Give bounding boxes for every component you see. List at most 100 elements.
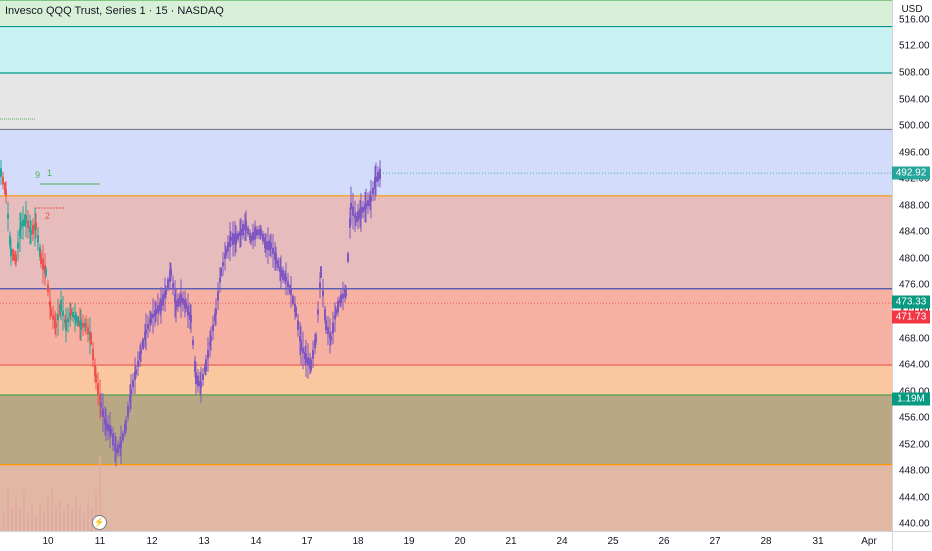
zone-band (0, 464, 892, 531)
td-label: 2 (45, 211, 50, 221)
candle-body (277, 260, 279, 269)
candle-body (219, 277, 221, 283)
candle-body (210, 335, 212, 342)
candle-body (347, 253, 349, 262)
candle-body (370, 197, 372, 202)
candle-body (377, 171, 379, 182)
time-tick-label: 19 (403, 536, 415, 547)
td-label: 9 (35, 170, 40, 180)
zone-band (0, 129, 892, 196)
candle-body (7, 214, 9, 219)
price-tick-label: 516.00 (899, 14, 930, 26)
candle-body (120, 440, 122, 449)
price-tick-label: 504.00 (899, 94, 930, 106)
candle-body (157, 305, 159, 314)
price-chart[interactable]: 9 1 2 (0, 0, 892, 531)
candle-body (287, 280, 289, 288)
candle-body (252, 232, 254, 241)
time-axis[interactable]: 10 11 12 13 14 17 18 19 20 21 24 25 26 27 28 31 Apr (0, 531, 892, 551)
candle-body (245, 220, 247, 231)
candle-body (110, 427, 112, 435)
candle-body (235, 233, 237, 245)
candle-body (100, 402, 102, 408)
currency-label[interactable]: USD (893, 4, 931, 15)
candle-body (327, 326, 329, 335)
candle-body (302, 347, 304, 354)
price-axis[interactable]: USD 516.00 512.00 508.00 504.00 500.00 496.00… (892, 0, 932, 531)
candle-body (20, 222, 22, 229)
candle-body (290, 288, 292, 296)
candle-body (2, 176, 4, 185)
candle-body (195, 372, 197, 385)
candle-body (10, 248, 12, 257)
symbol-title[interactable]: Invesco QQQ Trust, Series 1 · 15 · NASDA… (5, 5, 224, 17)
price-tick-label: 440.00 (899, 518, 930, 530)
candle-body (85, 323, 87, 328)
candle-body (77, 316, 79, 327)
candle-body (242, 223, 244, 236)
candle-body (367, 200, 369, 207)
chart-area[interactable]: 91 2 Invesco QQQ Trust, Series 1 · 15 · N… (0, 0, 892, 531)
time-tick-label: 13 (198, 536, 210, 547)
candle-body (170, 268, 172, 276)
price-tick-label: 484.00 (899, 226, 930, 238)
candle-body (300, 339, 302, 351)
candle-body (165, 289, 167, 295)
candle-body (87, 327, 89, 335)
time-tick-label: 14 (250, 536, 262, 547)
time-tick-label: 20 (454, 536, 466, 547)
candle-body (285, 276, 287, 282)
time-tick-label: 12 (146, 536, 158, 547)
time-tick-label: 10 (42, 536, 54, 547)
volume-bar (75, 497, 77, 531)
price-tick-label: 444.00 (899, 492, 930, 504)
time-tick-label: 28 (760, 536, 772, 547)
candle-body (295, 306, 297, 318)
candle-body (340, 294, 342, 303)
candle-body (160, 299, 162, 312)
volume-bar (71, 509, 73, 531)
zones-layer (0, 0, 892, 531)
candle-body (190, 315, 192, 323)
time-tick-label: 24 (556, 536, 568, 547)
candle-body (319, 282, 321, 289)
price-tick-label: 452.00 (899, 439, 930, 451)
candle-body (267, 240, 269, 251)
candle-body (142, 338, 144, 349)
candle-body (155, 309, 157, 315)
lightning-icon[interactable]: ⚡ (92, 515, 107, 530)
candle-body (227, 242, 229, 252)
candle-body (50, 308, 52, 316)
volume-bar (39, 503, 41, 531)
volume-bar (43, 511, 45, 531)
candle-body (375, 176, 377, 183)
candle-body (355, 215, 357, 223)
time-tick-label: Apr (861, 536, 877, 547)
candle-body (90, 332, 92, 345)
time-tick-label: 17 (301, 536, 313, 547)
level-price-tag: 471.73 (892, 310, 930, 324)
candle-body (92, 348, 94, 361)
candle-body (32, 224, 34, 235)
candle-body (280, 267, 282, 277)
candle-body (49, 300, 51, 308)
candle-body (275, 253, 277, 265)
candle-body (22, 219, 24, 227)
candle-body (27, 220, 29, 228)
volume-bar (47, 495, 49, 531)
candle-body (292, 296, 294, 304)
candle-body (42, 258, 44, 270)
candle-body (127, 405, 129, 418)
candle-body (337, 300, 339, 313)
price-tick-label: 512.00 (899, 40, 930, 52)
candle-body (270, 242, 272, 249)
candle-body (57, 314, 59, 321)
candle-body (187, 305, 189, 316)
last-price-tag: 492.92 (892, 166, 930, 180)
axis-corner[interactable] (892, 531, 932, 551)
candle-body (379, 168, 381, 180)
candle-body (232, 232, 234, 245)
td-label: 1 (47, 168, 52, 178)
zone-band (0, 26, 892, 74)
candle-body (365, 202, 367, 210)
